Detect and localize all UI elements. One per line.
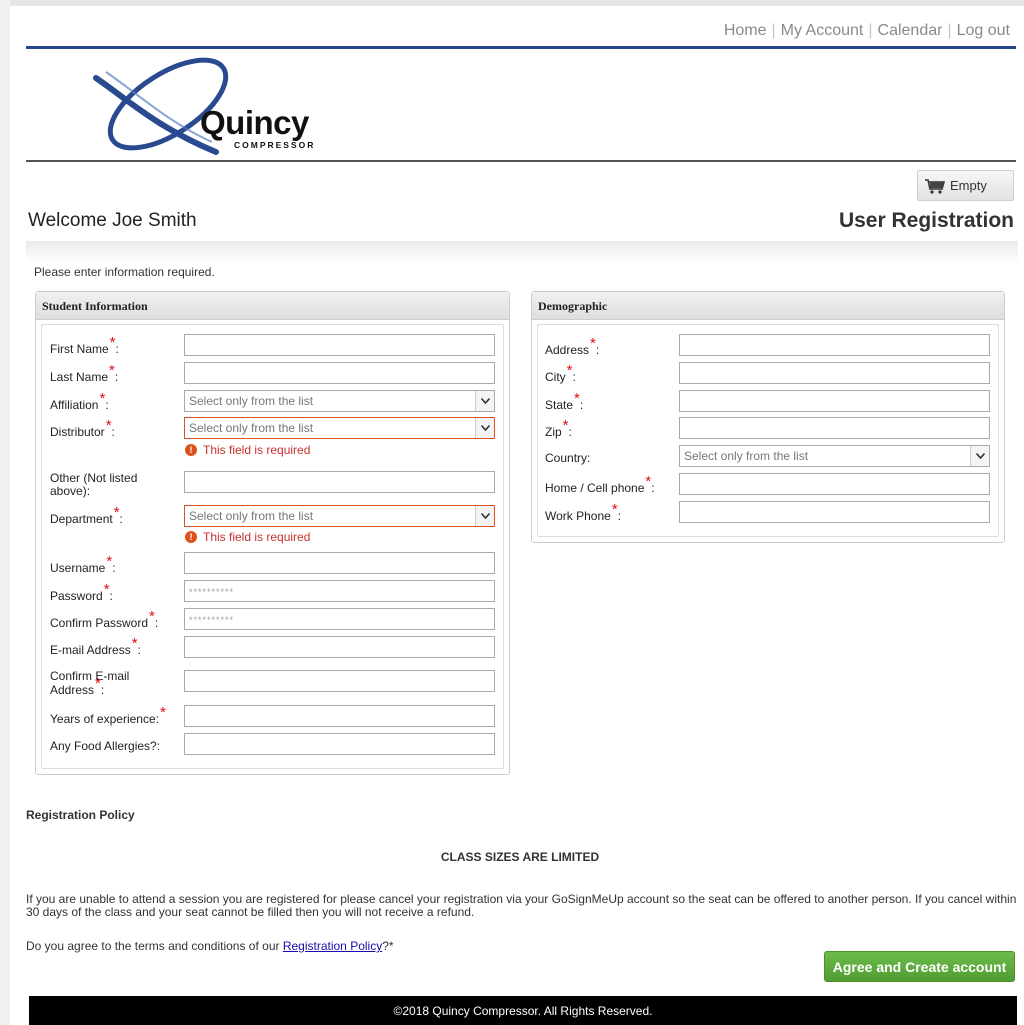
country-label: Country:: [545, 451, 591, 465]
affiliation-label: Affiliation*:: [50, 390, 109, 412]
left-strip: [0, 0, 10, 1025]
department-select[interactable]: Select only from the list: [184, 505, 495, 527]
class-sizes-notice: CLASS SIZES ARE LIMITED: [440, 850, 600, 864]
nav-separator: |: [771, 22, 776, 39]
department-select-value: Select only from the list: [189, 509, 314, 523]
username-input[interactable]: [184, 552, 495, 574]
experience-input[interactable]: [184, 705, 495, 727]
state-input[interactable]: [679, 390, 990, 412]
country-select[interactable]: Select only from the list: [679, 445, 990, 467]
top-nav: Home | My Account | Calendar | Log out: [724, 22, 1010, 40]
footer: ©2018 Quincy Compressor. All Rights Rese…: [29, 996, 1017, 1025]
nav-separator: |: [868, 22, 873, 39]
brand-subtitle: COMPRESSOR: [234, 140, 316, 150]
first-name-label: First Name*:: [50, 334, 119, 356]
error-icon: !: [185, 531, 197, 543]
shopping-cart-icon: [925, 178, 946, 194]
demographic-title: Demographic: [532, 292, 1004, 320]
home-phone-label: Home / Cell phone*:: [545, 473, 655, 495]
department-label: Department*:: [50, 504, 123, 526]
distributor-error: ! This field is required: [185, 443, 310, 457]
quincy-logo[interactable]: Quincy COMPRESSOR: [88, 52, 348, 156]
work-phone-input[interactable]: [679, 501, 990, 523]
distributor-label: Distributor*:: [50, 417, 115, 439]
header-divider-top: [26, 46, 1016, 49]
username-label: Username*:: [50, 553, 116, 575]
affiliation-select[interactable]: Select only from the list: [184, 390, 495, 412]
zip-label: Zip*:: [545, 417, 572, 439]
agree-create-account-button[interactable]: Agree and Create account: [824, 951, 1015, 982]
nav-my-account-link[interactable]: My Account: [781, 22, 864, 39]
policy-heading: Registration Policy: [26, 808, 135, 822]
instructions-text: Please enter information required.: [34, 265, 215, 279]
experience-label: Years of experience:*: [50, 704, 166, 726]
other-input[interactable]: [184, 471, 495, 493]
nav-separator: |: [947, 22, 952, 39]
agree-question: Do you agree to the terms and conditions…: [26, 939, 394, 953]
allergies-input[interactable]: [184, 733, 495, 755]
password-input[interactable]: **********: [184, 580, 495, 602]
confirm-email-input[interactable]: [184, 670, 495, 692]
welcome-text: Welcome Joe Smith: [28, 210, 197, 231]
nav-logout-link[interactable]: Log out: [957, 22, 1010, 39]
address-input[interactable]: [679, 334, 990, 356]
student-info-title: Student Information: [36, 292, 509, 320]
distributor-select[interactable]: Select only from the list: [184, 417, 495, 439]
country-select-value: Select only from the list: [684, 449, 809, 463]
address-label: Address*:: [545, 335, 600, 357]
department-error: ! This field is required: [185, 530, 310, 544]
nav-home-link[interactable]: Home: [724, 22, 767, 39]
work-phone-label: Work Phone*:: [545, 501, 621, 523]
city-label: City*:: [545, 362, 576, 384]
header-divider-bottom: [26, 160, 1016, 162]
title-band: [26, 241, 1018, 263]
last-name-label: Last Name*:: [50, 362, 119, 384]
email-input[interactable]: [184, 636, 495, 658]
chevron-down-icon: [475, 418, 494, 438]
cart-button[interactable]: Empty: [917, 170, 1014, 201]
chevron-down-icon: [475, 391, 494, 411]
confirm-password-label: Confirm Password*:: [50, 608, 159, 630]
allergies-label: Any Food Allergies?:: [50, 739, 161, 753]
top-strip: [0, 0, 1024, 6]
registration-policy-link[interactable]: Registration Policy: [283, 939, 382, 953]
email-label: E-mail Address*:: [50, 635, 141, 657]
home-phone-input[interactable]: [679, 473, 990, 495]
nav-calendar-link[interactable]: Calendar: [878, 22, 943, 39]
affiliation-select-value: Select only from the list: [189, 394, 314, 408]
brand-name: Quincy: [200, 104, 309, 141]
city-input[interactable]: [679, 362, 990, 384]
password-label: Password*:: [50, 581, 113, 603]
cart-label: Empty: [950, 178, 987, 193]
last-name-input[interactable]: [184, 362, 495, 384]
distributor-select-value: Select only from the list: [189, 421, 314, 435]
state-label: State*:: [545, 390, 584, 412]
policy-text: If you are unable to attend a session yo…: [26, 892, 1017, 919]
page-title: User Registration: [838, 209, 1014, 232]
confirm-password-input[interactable]: **********: [184, 608, 495, 630]
error-icon: !: [185, 444, 197, 456]
confirm-email-label: Confirm E-mail Address*:: [50, 669, 130, 697]
chevron-down-icon: [970, 446, 989, 466]
other-label: Other (Not listed above):: [50, 471, 138, 498]
first-name-input[interactable]: [184, 334, 495, 356]
zip-input[interactable]: [679, 417, 990, 439]
chevron-down-icon: [475, 506, 494, 526]
